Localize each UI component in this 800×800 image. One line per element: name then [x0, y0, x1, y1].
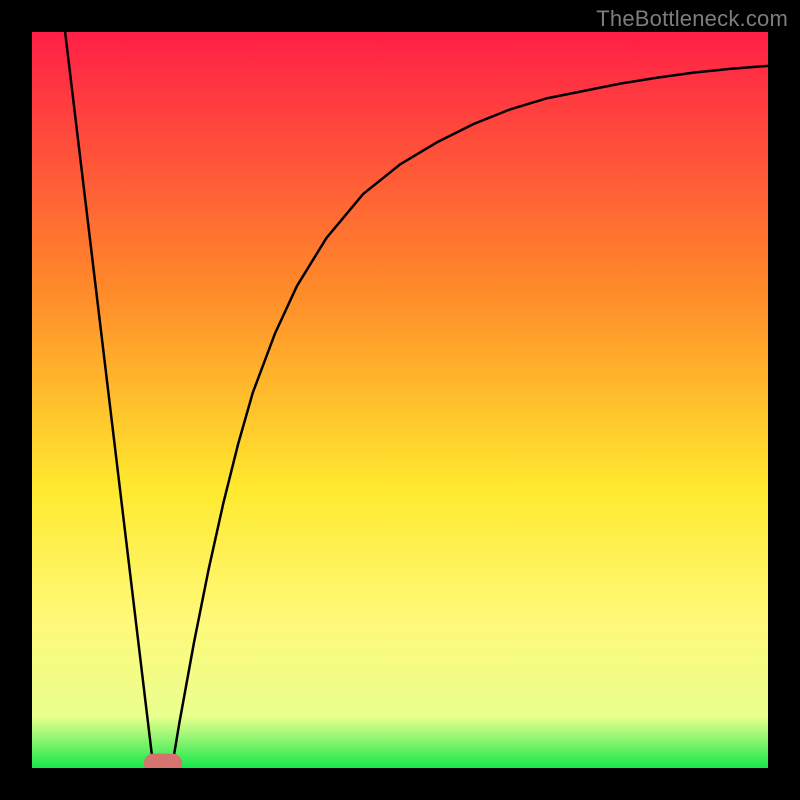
optimum-marker [144, 754, 182, 768]
watermark-text: TheBottleneck.com [596, 6, 788, 32]
plot-area [32, 32, 768, 768]
gradient-background [32, 32, 768, 768]
bottleneck-curve-chart [32, 32, 768, 768]
optimum-pill [144, 754, 182, 768]
chart-frame: TheBottleneck.com [0, 0, 800, 800]
